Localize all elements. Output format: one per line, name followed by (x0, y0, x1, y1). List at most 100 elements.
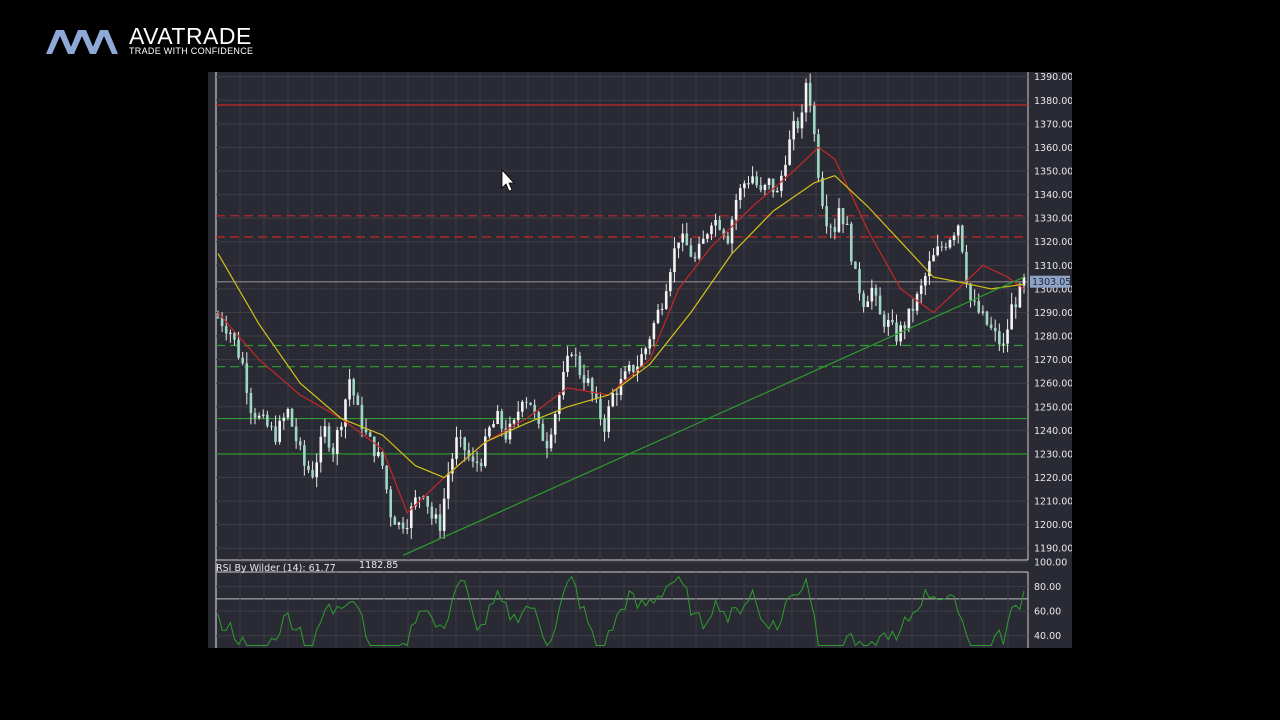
candle-body (627, 364, 631, 372)
candle-body (948, 240, 952, 248)
candle-body (566, 355, 569, 373)
candle-body (866, 301, 870, 307)
candle-body (249, 392, 253, 414)
candle-body (290, 408, 294, 427)
candle-body (891, 319, 894, 323)
rsi-tick-label: 60.00 (1034, 607, 1061, 618)
candle-body (241, 357, 244, 364)
price-chart[interactable]: 1190.00 1200.00 1210.00 1220.00 1230.00 1240.… (208, 72, 1072, 648)
candle-body (294, 426, 298, 442)
candle-body (603, 418, 606, 432)
candle-body (401, 522, 405, 529)
candle-body (599, 399, 602, 419)
candle-body (323, 426, 327, 437)
candle-body (590, 378, 594, 394)
candle-body (763, 184, 767, 190)
candle-body (989, 324, 993, 328)
price-tick-label: 1260.00 (1034, 379, 1072, 390)
candle-body (998, 331, 1001, 345)
price-tick-label: 1280.00 (1034, 332, 1072, 343)
candles (216, 73, 1026, 540)
candle-body (389, 489, 393, 518)
price-tick-label: 1230.00 (1034, 449, 1072, 460)
candle-body (854, 261, 857, 269)
candle-body (870, 287, 874, 302)
candle-body (381, 451, 384, 466)
candle-body (446, 473, 450, 499)
candle-body (944, 246, 948, 248)
candle-body (767, 178, 771, 185)
candle-body (405, 528, 409, 530)
candle-body (233, 332, 236, 340)
price-tick-label: 1220.00 (1034, 473, 1072, 484)
candle-body (229, 332, 232, 334)
candle-body (442, 498, 446, 531)
candle-body (919, 285, 923, 295)
price-axis: 1190.00 1200.00 1210.00 1220.00 1230.00 1240.… (1034, 72, 1072, 554)
candle-body (459, 437, 462, 439)
brand-tagline: TRADE WITH CONFIDENCE (129, 46, 254, 56)
candle-body (956, 225, 960, 236)
candle-body (582, 375, 586, 383)
candle-body (282, 417, 286, 421)
candle-body (492, 423, 495, 428)
candle-body (348, 379, 351, 400)
price-tick-label: 1250.00 (1034, 402, 1072, 413)
low-annotation-label: 1182.85 (359, 560, 398, 571)
candle-body (216, 317, 220, 319)
candle-body (886, 319, 890, 327)
candle-body (973, 300, 976, 302)
candle-body (985, 311, 989, 325)
candle-body (924, 276, 927, 286)
candle-body (701, 238, 705, 244)
moving-average-line (217, 175, 1025, 479)
rsi-tick-label: 80.00 (1034, 582, 1061, 593)
candle-body (315, 462, 318, 478)
rsi-title: RSI By Wilder (14): 61.77 (216, 563, 336, 574)
price-tick-label: 1310.00 (1034, 261, 1072, 272)
candle-body (993, 327, 997, 332)
candle-body (652, 323, 656, 340)
candle-body (360, 404, 364, 429)
candle-body (352, 379, 356, 396)
candle-body (488, 427, 491, 437)
candle-body (553, 414, 557, 435)
candle-body (656, 309, 660, 324)
candle-body (607, 406, 610, 432)
candle-body (726, 235, 730, 244)
candle-body (747, 183, 750, 185)
candle-body (714, 219, 717, 226)
candle-body (529, 402, 532, 405)
candle-body (1018, 285, 1022, 308)
candle-body (611, 393, 615, 407)
candle-body (710, 225, 713, 235)
candle-body (681, 233, 684, 243)
price-tick-label: 1380.00 (1034, 96, 1072, 107)
candle-body (981, 311, 985, 313)
candle-body (965, 251, 968, 284)
candle-body (932, 255, 935, 262)
candle-body (743, 183, 746, 189)
price-tick-label: 1370.00 (1034, 119, 1072, 130)
candle-body (882, 314, 886, 327)
price-tick-label: 1360.00 (1034, 143, 1072, 154)
candle-body (426, 496, 430, 507)
candle-body (274, 426, 277, 442)
candle-body (418, 497, 421, 499)
candle-body (640, 354, 643, 367)
candle-body (307, 465, 310, 471)
candle-body (340, 426, 343, 430)
candle-body (738, 188, 742, 200)
candle-body (718, 219, 721, 230)
candle-body (796, 120, 800, 129)
candle-body (331, 447, 335, 454)
candle-body (689, 245, 693, 257)
candle-body (858, 268, 861, 294)
chart-svg[interactable]: 1190.00 1200.00 1210.00 1220.00 1230.00 1240.… (208, 72, 1072, 648)
candle-body (463, 437, 467, 451)
candle-body (845, 223, 849, 225)
candle-body (693, 256, 697, 259)
candle-body (849, 223, 853, 262)
last-price-tag: 1303.05 (1030, 275, 1071, 288)
candle-body (303, 445, 306, 466)
